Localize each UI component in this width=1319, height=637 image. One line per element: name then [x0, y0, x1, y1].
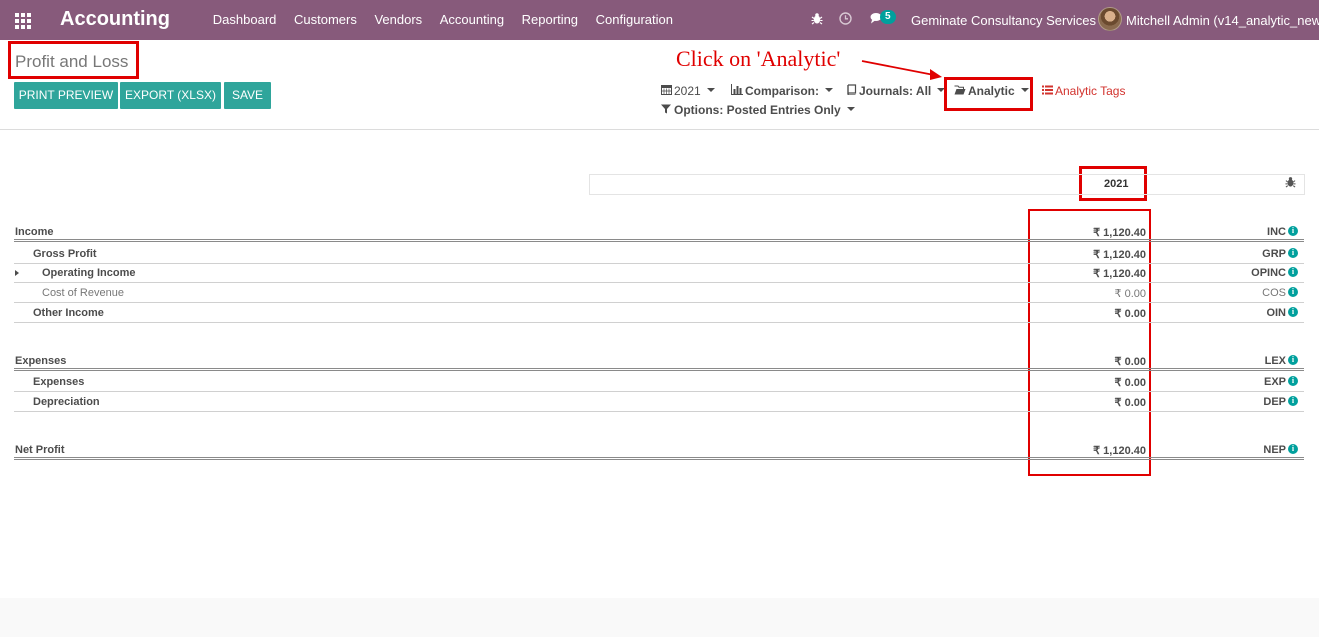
page-footer-band: [0, 598, 1319, 637]
row-code: NEP: [1263, 444, 1286, 456]
menu-vendors[interactable]: Vendors: [366, 0, 431, 40]
chevron-down-icon: [825, 87, 834, 92]
calendar-icon: [660, 84, 672, 98]
menu-accounting[interactable]: Accounting: [431, 0, 513, 40]
menu-reporting[interactable]: Reporting: [513, 0, 587, 40]
row-amount[interactable]: ₹ 0.00: [1115, 307, 1146, 320]
apps-menu-icon[interactable]: [15, 13, 31, 29]
analytic-tags-dropdown[interactable]: Analytic Tags: [1041, 84, 1125, 98]
row-code: LEX: [1264, 355, 1286, 367]
info-icon[interactable]: i: [1288, 396, 1298, 406]
book-icon: [845, 84, 857, 98]
row-code: INC: [1267, 226, 1286, 238]
row-label: Operating Income: [42, 267, 136, 279]
comparison-dropdown[interactable]: Comparison:: [731, 84, 834, 98]
menu-configuration[interactable]: Configuration: [587, 0, 682, 40]
row-label: Cost of Revenue: [42, 287, 124, 299]
annotation-arrow: [861, 60, 942, 80]
row-amount[interactable]: ₹ 0.00: [1115, 287, 1146, 300]
row-code: EXP: [1263, 376, 1286, 388]
column-header-year: 2021: [1104, 178, 1129, 190]
bar-chart-icon: [731, 84, 743, 98]
row-amount[interactable]: ₹ 1,120.40: [1093, 226, 1146, 239]
info-icon[interactable]: i: [1288, 355, 1298, 365]
debug-bug-icon[interactable]: [811, 12, 823, 28]
date-filter-label: 2021: [674, 84, 701, 98]
row-amount[interactable]: ₹ 1,120.40: [1093, 267, 1146, 280]
row-amount[interactable]: ₹ 1,120.40: [1093, 248, 1146, 261]
table-row[interactable]: Expenses ₹ 0.00 EXP i: [14, 372, 1304, 392]
table-row[interactable]: Depreciation ₹ 0.00 DEP i: [14, 392, 1304, 412]
info-icon[interactable]: i: [1288, 226, 1298, 236]
top-navbar: Accounting Dashboard Customers Vendors A…: [0, 0, 1319, 40]
table-row[interactable]: Income ₹ 1,120.40 INC i: [14, 222, 1304, 242]
folder-open-icon: [954, 85, 966, 98]
row-code: COS: [1262, 287, 1286, 299]
row-amount[interactable]: ₹ 0.00: [1115, 396, 1146, 409]
row-amount[interactable]: ₹ 1,120.40: [1093, 444, 1146, 457]
info-icon[interactable]: i: [1288, 287, 1298, 297]
journals-dropdown[interactable]: Journals: All: [845, 84, 946, 98]
info-icon[interactable]: i: [1288, 307, 1298, 317]
menu-customers[interactable]: Customers: [285, 0, 365, 40]
info-icon[interactable]: i: [1288, 267, 1298, 277]
analytic-tags-label: Analytic Tags: [1055, 84, 1126, 98]
row-label: Income: [15, 226, 54, 238]
activity-clock-icon[interactable]: [839, 12, 852, 28]
table-row[interactable]: Other Income ₹ 0.00 OIN i: [14, 303, 1304, 323]
table-row[interactable]: Gross Profit ₹ 1,120.40 GRP i: [14, 244, 1304, 264]
table-row[interactable]: Net Profit ₹ 1,120.40 NEP i: [14, 440, 1304, 460]
options-dropdown[interactable]: Options: Posted Entries Only: [660, 103, 855, 117]
list-icon: [1041, 85, 1053, 98]
chevron-down-icon: [937, 87, 946, 92]
row-code: GRP: [1262, 248, 1286, 260]
info-icon[interactable]: i: [1288, 248, 1298, 258]
table-row[interactable]: Operating Income ₹ 1,120.40 OPINC i: [14, 263, 1304, 283]
row-code: OPINC: [1251, 267, 1286, 279]
row-label: Gross Profit: [33, 248, 97, 260]
info-icon[interactable]: i: [1288, 444, 1298, 454]
print-preview-button[interactable]: PRINT PREVIEW: [14, 82, 118, 109]
options-label: Options: Posted Entries Only: [674, 103, 841, 117]
row-label: Net Profit: [15, 444, 65, 456]
chevron-down-icon: [846, 106, 855, 111]
expand-caret-icon[interactable]: [15, 270, 19, 276]
main-menu: Dashboard Customers Vendors Accounting R…: [204, 0, 682, 40]
report-column-header: [589, 174, 1305, 195]
user-avatar[interactable]: [1098, 7, 1122, 31]
chevron-down-icon: [1020, 87, 1029, 92]
user-menu[interactable]: Mitchell Admin (v14_analytic_new): [1126, 13, 1319, 28]
date-filter-dropdown[interactable]: 2021: [660, 84, 715, 98]
control-panel-divider: [0, 129, 1319, 130]
row-label: Other Income: [33, 307, 104, 319]
menu-dashboard[interactable]: Dashboard: [204, 0, 285, 40]
row-label: Expenses: [33, 376, 85, 388]
messages-count-badge: 5: [880, 10, 896, 24]
annotation-text: Click on 'Analytic': [676, 46, 841, 71]
analytic-label: Analytic: [968, 84, 1015, 98]
row-label: Expenses: [15, 355, 67, 367]
row-label: Depreciation: [33, 396, 100, 408]
row-code: DEP: [1263, 396, 1286, 408]
filter-funnel-icon: [660, 104, 672, 117]
save-button[interactable]: SAVE: [224, 82, 271, 109]
app-brand[interactable]: Accounting: [60, 8, 170, 31]
row-amount[interactable]: ₹ 0.00: [1115, 355, 1146, 368]
info-icon[interactable]: i: [1288, 376, 1298, 386]
page-title: Profit and Loss: [15, 52, 129, 71]
export-xlsx-button[interactable]: EXPORT (XLSX): [120, 82, 221, 109]
row-code: OIN: [1266, 307, 1286, 319]
row-amount[interactable]: ₹ 0.00: [1115, 376, 1146, 389]
analytic-dropdown[interactable]: Analytic: [954, 84, 1029, 98]
table-row[interactable]: Expenses ₹ 0.00 LEX i: [14, 351, 1304, 371]
comparison-label: Comparison:: [745, 84, 820, 98]
chevron-down-icon: [706, 87, 715, 92]
journals-label: Journals: All: [859, 84, 932, 98]
debug-bug-icon[interactable]: [1285, 176, 1296, 191]
company-switcher[interactable]: Geminate Consultancy Services: [911, 13, 1096, 28]
table-row[interactable]: Cost of Revenue ₹ 0.00 COS i: [14, 283, 1304, 303]
